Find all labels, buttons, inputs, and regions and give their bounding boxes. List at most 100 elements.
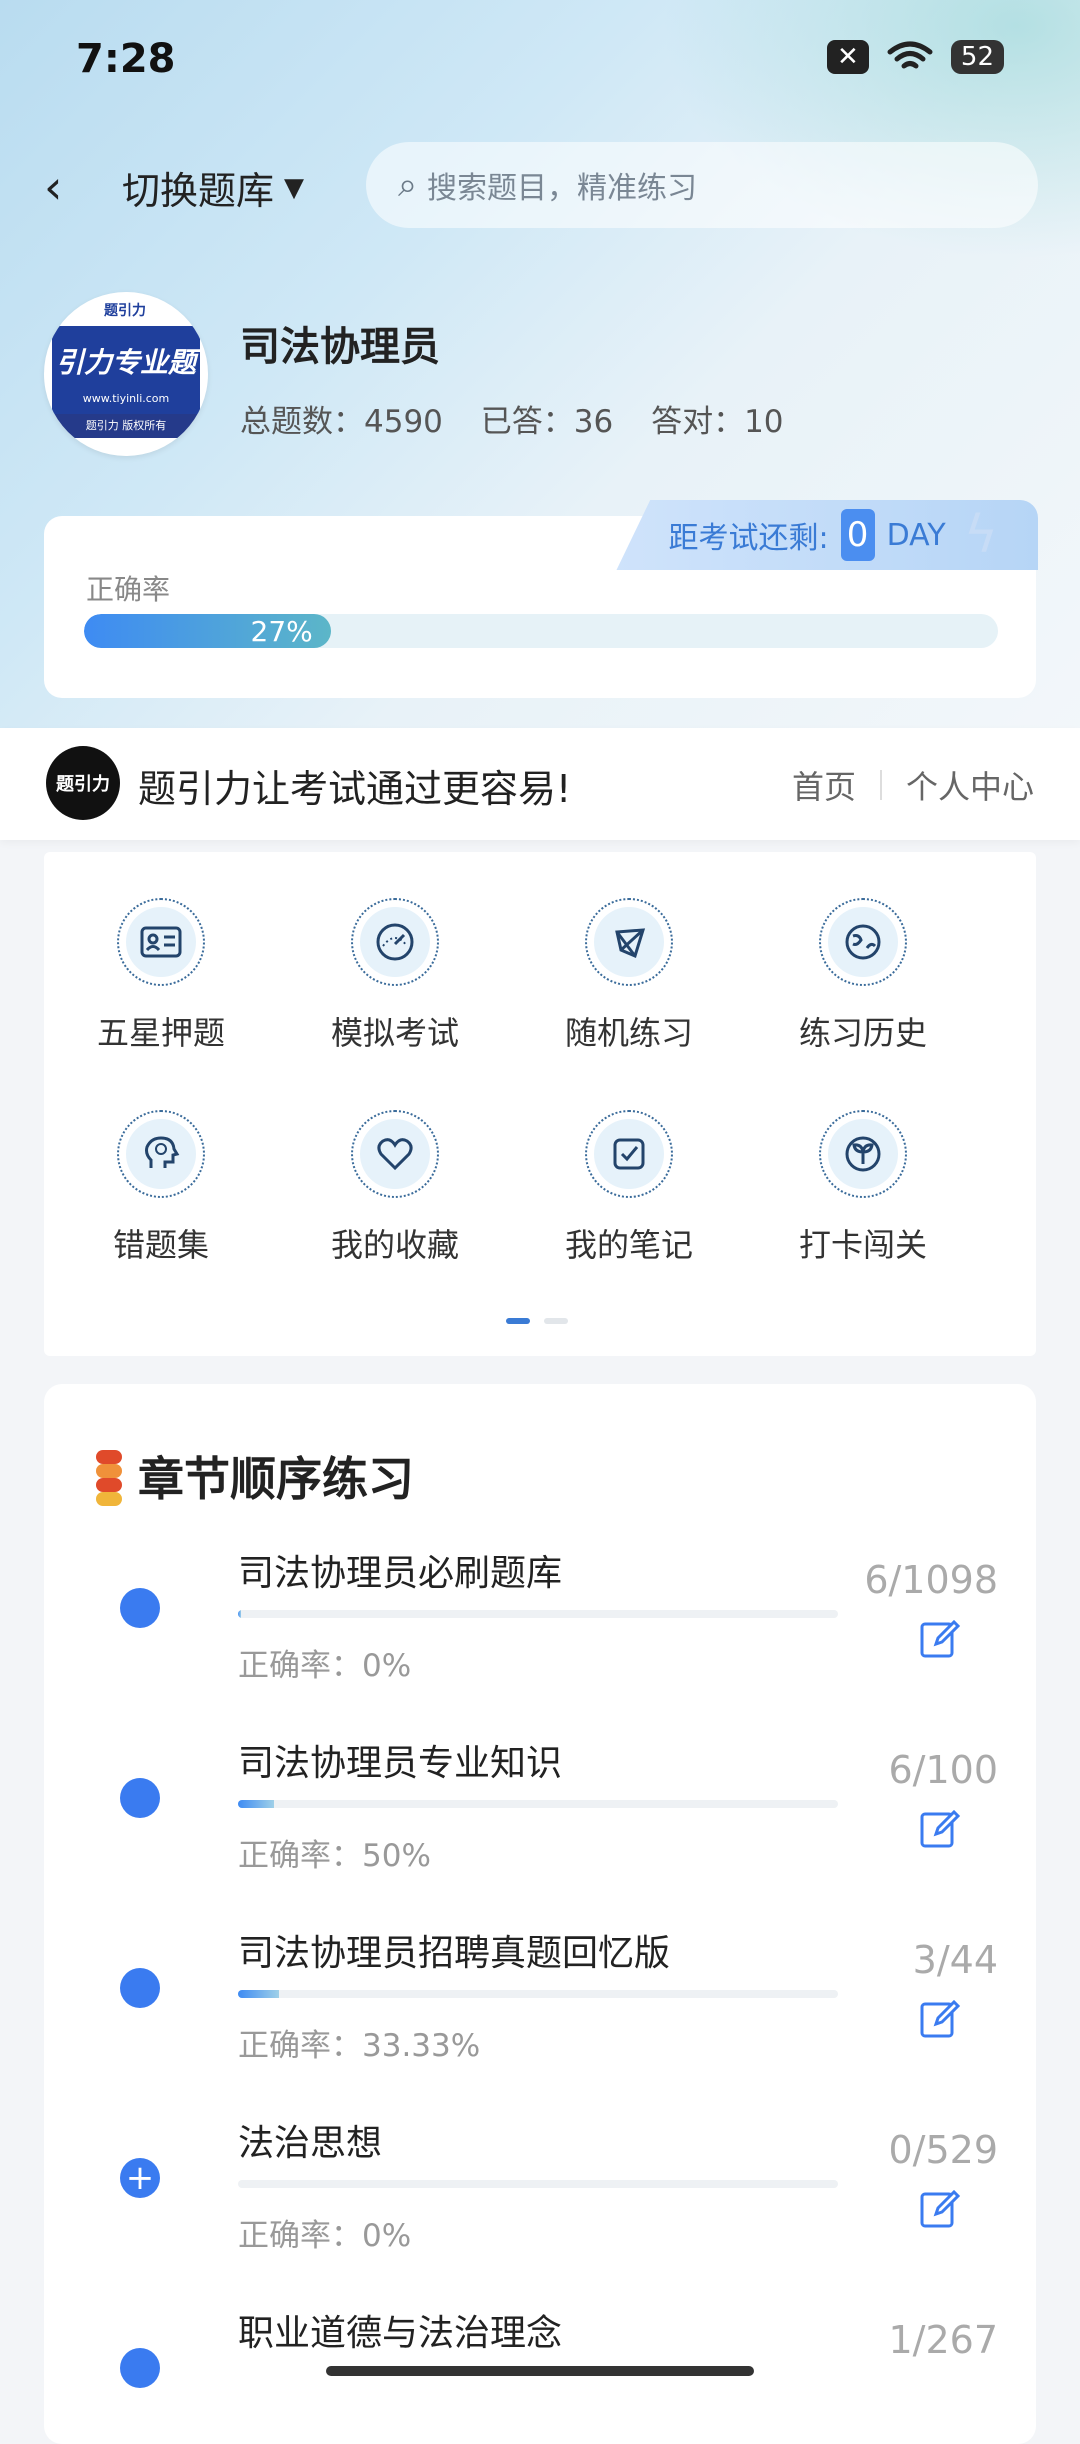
search-placeholder: 搜索题目，精准练习 <box>427 171 698 206</box>
sprout-icon <box>845 1136 881 1172</box>
total-count: 总题数：4590 <box>240 404 443 440</box>
feature-label: 我的收藏 <box>330 1226 459 1264</box>
pager-dot-active[interactable] <box>506 1318 530 1324</box>
feature-label: 打卡闯关 <box>798 1226 927 1264</box>
note-check-icon <box>613 1138 645 1170</box>
countdown-unit: DAY <box>886 517 946 553</box>
status-time: 7:28 <box>76 36 176 82</box>
chapter-count: 3/44 <box>912 1938 998 1982</box>
feature-label: 我的笔记 <box>564 1226 693 1264</box>
status-bar: 7:28 ✕ 52 <box>0 0 1080 120</box>
edit-icon[interactable] <box>918 1616 962 1660</box>
chapter-row[interactable]: 司法协理员招聘真题回忆版 正确率：33.33% 3/44 <box>44 1924 1036 2114</box>
brand-slogan: 题引力让考试通过更容易! <box>138 767 572 811</box>
feature-item[interactable]: 我的收藏 <box>278 1110 512 1266</box>
bank-logo-main: 引力专业题 <box>52 326 200 396</box>
nav-divider <box>879 770 882 800</box>
feature-item[interactable]: 随机练习 <box>512 898 746 1054</box>
notification-x-icon: ✕ <box>826 40 869 74</box>
chapter-row[interactable]: + 法治思想 正确率：0% 0/529 <box>44 2114 1036 2304</box>
countdown-value: 0 <box>840 509 875 561</box>
exam-countdown: 距考试还剩: 0 DAY ϟ <box>616 500 1038 570</box>
network-icon <box>615 928 646 959</box>
chapter-name: 法治思想 <box>238 2123 383 2164</box>
chapter-row[interactable]: 司法协理员必刷题库 正确率：0% 6/1098 <box>44 1544 1036 1734</box>
feature-item[interactable]: 我的笔记 <box>512 1110 746 1266</box>
feature-label: 错题集 <box>112 1226 209 1264</box>
accuracy-card: 距考试还剩: 0 DAY ϟ 正确率 27% <box>44 500 1038 698</box>
chapter-bullet <box>120 1588 160 1628</box>
accuracy-progress-fill: 27% <box>84 614 331 648</box>
chapter-row[interactable]: 司法协理员专业知识 正确率：50% 6/100 <box>44 1734 1036 1924</box>
top-bar: ‹ 切换题库 ▼ ⌕ 搜索题目，精准练习 <box>0 140 1080 230</box>
chapter-name: 司法协理员招聘真题回忆版 <box>238 1933 671 1974</box>
feature-item[interactable]: 错题集 <box>44 1110 278 1266</box>
chapter-progress <box>238 1800 838 1808</box>
switch-bank-dropdown[interactable]: 切换题库 ▼ <box>122 160 304 215</box>
bank-profile: 题引力 引力专业题 www.tiyinli.com 题引力 版权所有 司法协理员… <box>44 292 784 456</box>
chapter-count: 6/1098 <box>864 1558 998 1602</box>
chapter-count: 0/529 <box>888 2128 998 2172</box>
chapter-progress <box>238 2180 838 2188</box>
chapter-accuracy: 正确率：0% <box>238 2218 412 2254</box>
feature-label: 模拟考试 <box>330 1014 459 1052</box>
bank-logo: 题引力 引力专业题 www.tiyinli.com 题引力 版权所有 <box>44 292 208 456</box>
battery-indicator: 52 <box>950 40 1004 74</box>
pager-dot[interactable] <box>544 1318 568 1324</box>
feature-label: 随机练习 <box>564 1014 693 1052</box>
id-card-icon <box>140 926 182 958</box>
edit-icon[interactable] <box>918 2186 962 2230</box>
bank-title: 司法协理员 <box>240 324 440 370</box>
globe-icon <box>845 924 881 960</box>
edit-icon[interactable] <box>918 1806 962 1850</box>
bank-logo-url: www.tiyinli.com <box>52 392 200 414</box>
feature-item[interactable]: 练习历史 <box>746 898 980 1054</box>
chapter-name: 司法协理员必刷题库 <box>238 1553 563 1594</box>
chapter-progress <box>238 1610 838 1618</box>
feature-item[interactable]: 模拟考试 <box>278 898 512 1054</box>
correct-count: 答对：10 <box>651 404 784 440</box>
accuracy-progress: 27% <box>84 614 998 648</box>
bank-logo-top: 题引力 <box>104 303 146 319</box>
expand-plus-icon[interactable]: + <box>120 2158 160 2198</box>
chapter-name: 司法协理员专业知识 <box>238 1743 563 1784</box>
chapter-count: 6/100 <box>888 1748 998 1792</box>
brand-bar: 题引力 题引力让考试通过更容易! 首页 个人中心 <box>0 728 1080 840</box>
caret-down-icon: ▼ <box>284 172 305 203</box>
chapter-bullet <box>120 1778 160 1818</box>
countdown-label: 距考试还剩: <box>668 521 829 556</box>
brand-logo: 题引力 <box>46 746 120 820</box>
chapter-name: 职业道德与法治理念 <box>238 2313 563 2354</box>
lightning-icon: ϟ <box>963 505 998 565</box>
heart-icon <box>377 1138 413 1171</box>
search-icon: ⌕ <box>398 165 418 205</box>
nav-personal-center-link[interactable]: 个人中心 <box>906 762 1034 808</box>
chapter-bullet <box>120 1968 160 2008</box>
chapter-accuracy: 正确率：50% <box>238 1838 431 1874</box>
chapter-bullet <box>120 2348 160 2388</box>
firecracker-icon <box>92 1440 126 1512</box>
chapter-section-header: 章节顺序练习 <box>92 1440 414 1512</box>
search-input[interactable]: ⌕ 搜索题目，精准练习 <box>366 142 1038 228</box>
back-arrow-icon[interactable]: ‹ <box>44 160 62 214</box>
chapter-progress-fill <box>238 1990 279 1998</box>
status-icons: ✕ 52 <box>826 40 1004 74</box>
accuracy-label: 正确率 <box>86 573 171 606</box>
brain-head-icon <box>145 1136 180 1168</box>
feature-label: 五星押题 <box>96 1014 225 1052</box>
grid-pager <box>506 1318 568 1324</box>
home-indicator[interactable] <box>326 2366 754 2376</box>
chapter-accuracy: 正确率：0% <box>238 1648 412 1684</box>
bank-stats: 总题数：4590 已答：36 答对：10 <box>240 396 812 441</box>
chapter-practice-card: 章节顺序练习 司法协理员必刷题库 正确率：0% 6/1098 司法协理员专业知识… <box>44 1384 1036 2444</box>
chapter-accuracy: 正确率：33.33% <box>238 2028 481 2064</box>
nav-home-link[interactable]: 首页 <box>792 762 856 808</box>
edit-icon[interactable] <box>918 1996 962 2040</box>
bank-logo-foot: 题引力 版权所有 <box>52 414 200 438</box>
feature-item[interactable]: 五星押题 <box>44 898 278 1054</box>
chapter-progress-fill <box>238 1610 241 1618</box>
feature-grid: 五星押题 模拟考试 随机练习 练习历史 错题集 我的收藏 我的笔记 打卡闯关 <box>44 852 1036 1356</box>
feature-item[interactable]: 打卡闯关 <box>746 1110 980 1266</box>
chapter-progress-fill <box>238 1800 274 1808</box>
chapter-section-title: 章节顺序练习 <box>138 1452 414 1506</box>
